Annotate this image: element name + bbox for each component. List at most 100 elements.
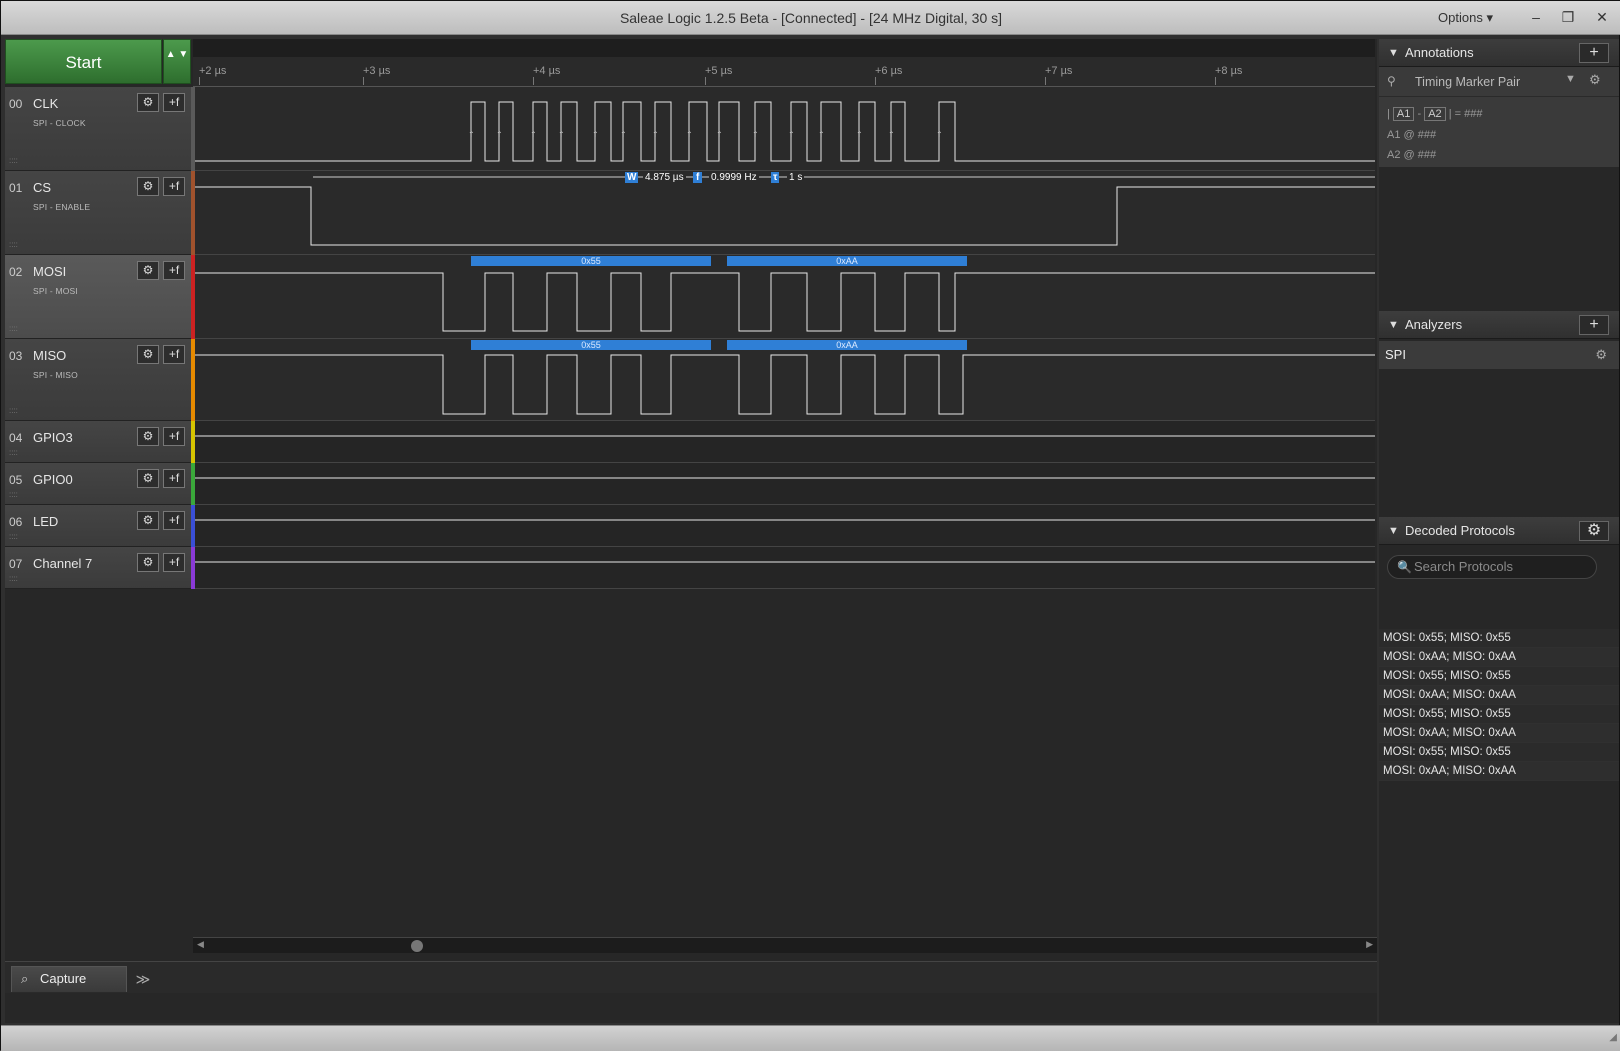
channel-trigger-icon[interactable]: +f — [163, 469, 185, 488]
channel-name[interactable]: Channel 7 — [33, 556, 92, 571]
restore-button[interactable]: ❐ — [1553, 5, 1583, 29]
annotations-title: Annotations — [1405, 45, 1474, 60]
drag-handle-icon[interactable]: :::: — [9, 490, 18, 499]
channel-label[interactable]: 03 MISO SPI - MISO :::: ⚙ +f — [5, 339, 191, 421]
drag-handle-icon[interactable]: :::: — [9, 406, 18, 415]
channel-trigger-icon[interactable]: +f — [163, 511, 185, 530]
a2-box: A2 — [1424, 107, 1446, 121]
analyzer-item-spi[interactable]: SPI ⚙ — [1379, 341, 1619, 369]
channel-name[interactable]: MISO — [33, 348, 66, 363]
start-button[interactable]: Start — [5, 39, 162, 84]
drag-handle-icon[interactable]: :::: — [9, 156, 18, 165]
analyzer-gear-icon[interactable]: ⚙ — [1595, 341, 1607, 369]
marker-gear-icon[interactable]: ⚙ — [1589, 72, 1601, 88]
add-annotation-button[interactable]: + — [1579, 43, 1609, 63]
channel-label[interactable]: 05 GPIO0 :::: ⚙ +f — [5, 463, 191, 505]
channel-settings-gear-icon[interactable]: ⚙ — [137, 469, 159, 488]
marker-dropdown-icon[interactable]: ▼ — [1565, 73, 1576, 85]
decoded-gear-button[interactable]: ⚙ — [1579, 521, 1609, 541]
channel-settings-gear-icon[interactable]: ⚙ — [137, 427, 159, 446]
decoded-search-area: 🔍 Search Protocols — [1379, 545, 1619, 629]
channel-trigger-icon[interactable]: +f — [163, 177, 185, 196]
clk-waveform[interactable]: ↑ ↑ ↑ ↑ ↑ ↑ ↑ ↑ ↑ ↑ ↑ ↑ ↑ ↑ ↑ — [195, 87, 1375, 171]
channel-trigger-icon[interactable]: +f — [163, 553, 185, 572]
miso-decode-bar[interactable]: 0xAA — [727, 340, 967, 350]
minimize-button[interactable]: – — [1521, 5, 1551, 29]
collapse-triangle-icon[interactable]: ▼ — [1388, 39, 1399, 67]
timing-marker-row[interactable]: ⚲ Timing Marker Pair ▼ ⚙ — [1379, 67, 1619, 97]
channel-settings-gear-icon[interactable]: ⚙ — [137, 93, 159, 112]
capture-search-icon: ⌕ — [21, 971, 29, 986]
cs-waveform[interactable]: W 4.875 µs f 0.9999 Hz τ 1 s — [195, 171, 1375, 255]
channel-number: 07 — [9, 557, 23, 571]
list-item[interactable]: MOSI: 0xAA; MISO: 0xAA — [1379, 724, 1619, 743]
resize-grip-icon[interactable]: ◢ — [1609, 1032, 1617, 1043]
annotations-header[interactable]: ▼ Annotations + — [1379, 39, 1619, 67]
channel-label[interactable]: 07 Channel 7 :::: ⚙ +f — [5, 547, 191, 589]
channel7-waveform[interactable] — [195, 547, 1375, 589]
led-waveform[interactable] — [195, 505, 1375, 547]
drag-handle-icon[interactable]: :::: — [9, 240, 18, 249]
channel-settings-gear-icon[interactable]: ⚙ — [137, 553, 159, 572]
channel-settings-gear-icon[interactable]: ⚙ — [137, 261, 159, 280]
drag-handle-icon[interactable]: :::: — [9, 448, 18, 457]
svg-text:↑: ↑ — [652, 130, 659, 139]
horizontal-scrollbar[interactable]: ◀ ▶ — [193, 937, 1377, 953]
list-item[interactable]: MOSI: 0xAA; MISO: 0xAA — [1379, 648, 1619, 667]
channel-label[interactable]: 02 MOSI SPI - MOSI :::: ⚙ +f — [5, 255, 191, 339]
scroll-thumb[interactable] — [411, 940, 423, 952]
channel-settings-gear-icon[interactable]: ⚙ — [137, 345, 159, 364]
channel-name[interactable]: CS — [33, 180, 51, 195]
channel-trigger-icon[interactable]: +f — [163, 427, 185, 446]
channel-label[interactable]: 00 CLK SPI - CLOCK :::: ⚙ +f — [5, 87, 191, 171]
drag-handle-icon[interactable]: :::: — [9, 532, 18, 541]
channel-label[interactable]: 04 GPIO3 :::: ⚙ +f — [5, 421, 191, 463]
tab-capture[interactable]: ⌕ Capture — [11, 966, 127, 992]
decoded-protocols-header[interactable]: ▼ Decoded Protocols ⚙ — [1379, 517, 1619, 545]
gpio3-waveform[interactable] — [195, 421, 1375, 463]
channel-trigger-icon[interactable]: +f — [163, 93, 185, 112]
mosi-waveform[interactable]: 0x55 0xAA — [195, 255, 1375, 339]
channel-settings-gear-icon[interactable]: ⚙ — [137, 511, 159, 530]
gpio0-waveform[interactable] — [195, 463, 1375, 505]
drag-handle-icon[interactable]: :::: — [9, 324, 18, 333]
more-tabs-button[interactable]: ≫ — [129, 968, 157, 990]
channel-name[interactable]: GPIO3 — [33, 430, 73, 445]
start-options-arrow[interactable]: ▲ ▼ — [163, 39, 191, 84]
close-button[interactable]: ✕ — [1587, 5, 1617, 29]
channel-trigger-icon[interactable]: +f — [163, 345, 185, 364]
width-icon: W — [625, 172, 639, 183]
channel-trigger-icon[interactable]: +f — [163, 261, 185, 280]
svg-text:↑: ↑ — [496, 130, 503, 139]
list-item[interactable]: MOSI: 0x55; MISO: 0x55 — [1379, 629, 1619, 648]
mosi-decode-bar[interactable]: 0x55 — [471, 256, 711, 266]
list-item[interactable]: MOSI: 0x55; MISO: 0x55 — [1379, 667, 1619, 686]
miso-decode-bar[interactable]: 0x55 — [471, 340, 711, 350]
options-menu[interactable]: Options ▾ — [1438, 10, 1493, 26]
scroll-right-icon[interactable]: ▶ — [1366, 939, 1373, 950]
drag-handle-icon[interactable]: :::: — [9, 574, 18, 583]
channel-label[interactable]: 01 CS SPI - ENABLE :::: ⚙ +f — [5, 171, 191, 255]
scroll-left-icon[interactable]: ◀ — [197, 939, 204, 950]
miso-waveform[interactable]: 0x55 0xAA — [195, 339, 1375, 421]
collapse-triangle-icon[interactable]: ▼ — [1388, 517, 1399, 545]
mosi-decode-bar[interactable]: 0xAA — [727, 256, 967, 266]
list-item[interactable]: MOSI: 0x55; MISO: 0x55 — [1379, 743, 1619, 762]
search-protocols-input[interactable]: 🔍 Search Protocols — [1387, 555, 1597, 579]
add-analyzer-button[interactable]: + — [1579, 315, 1609, 335]
list-item[interactable]: MOSI: 0xAA; MISO: 0xAA — [1379, 686, 1619, 705]
frequency-icon: f — [693, 172, 703, 183]
svg-text:↑: ↑ — [620, 130, 627, 139]
channel-settings-gear-icon[interactable]: ⚙ — [137, 177, 159, 196]
channel-name[interactable]: LED — [33, 514, 58, 529]
channel-row-miso: 03 MISO SPI - MISO :::: ⚙ +f 0x55 0xAA — [5, 339, 1375, 421]
collapse-triangle-icon[interactable]: ▼ — [1388, 311, 1399, 339]
list-item[interactable]: MOSI: 0x55; MISO: 0x55 — [1379, 705, 1619, 724]
channel-name[interactable]: CLK — [33, 96, 58, 111]
list-item[interactable]: MOSI: 0xAA; MISO: 0xAA — [1379, 762, 1619, 781]
channel-name[interactable]: MOSI — [33, 264, 66, 279]
channel-name[interactable]: GPIO0 — [33, 472, 73, 487]
right-sidebar: ▼ Annotations + ⚲ Timing Marker Pair ▼ ⚙… — [1379, 39, 1619, 1023]
analyzers-header[interactable]: ▼ Analyzers + — [1379, 311, 1619, 339]
channel-label[interactable]: 06 LED :::: ⚙ +f — [5, 505, 191, 547]
